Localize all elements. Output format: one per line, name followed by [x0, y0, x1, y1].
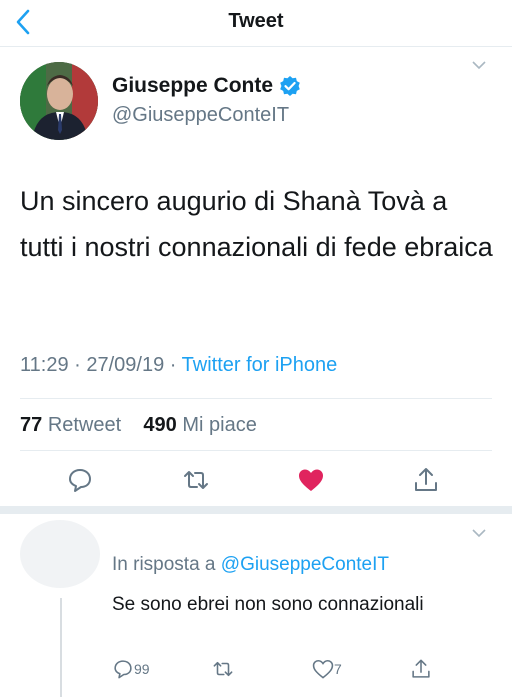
reply-prefix: In risposta a [112, 554, 216, 575]
retweet-icon[interactable] [182, 466, 210, 494]
divider [20, 450, 492, 451]
tweet-time: 11:29 [20, 354, 69, 376]
reply-share-button[interactable] [410, 658, 432, 680]
tweet-client-link[interactable]: Twitter for iPhone [182, 354, 338, 376]
page-title: Tweet [228, 10, 284, 32]
like-label: Mi piace [182, 414, 257, 436]
meta-separator: · [74, 354, 87, 376]
reply-text: Se sono ebrei non sono connazionali [112, 594, 424, 615]
heart-outline-icon [312, 659, 334, 679]
like-stat[interactable]: 490 Mi piace [143, 414, 256, 436]
reply-icon [114, 660, 132, 679]
tweet-meta: 11:29 · 27/09/19 · Twitter for iPhone [20, 354, 337, 377]
share-icon[interactable] [412, 466, 440, 494]
reply-author-avatar[interactable] [20, 520, 100, 588]
more-chevron-icon[interactable] [472, 528, 486, 538]
top-bar: Tweet [0, 0, 512, 47]
like-count: 490 [143, 414, 177, 436]
tweet-stats: 77 Retweet 490 Mi piace [20, 414, 257, 437]
author-avatar[interactable] [20, 62, 98, 140]
reply-retweet-button[interactable] [212, 658, 234, 680]
divider [20, 398, 492, 399]
reply-like-count: 7 [334, 661, 342, 677]
reply-like-button[interactable]: 7 [312, 658, 342, 680]
share-icon [412, 659, 430, 678]
author-handle[interactable]: @GiuseppeConteIT [112, 104, 289, 127]
author-name-row: Giuseppe Conte [112, 74, 301, 98]
tweet-text: Un sincero augurio di Shanà Tovà a tutti… [20, 186, 493, 262]
retweet-stat[interactable]: 77 Retweet [20, 414, 121, 436]
section-divider [0, 506, 512, 514]
more-chevron-icon[interactable] [472, 60, 486, 70]
retweet-icon [213, 661, 233, 677]
reply-reply-button[interactable]: 99 [112, 658, 150, 680]
reply-icon[interactable] [66, 466, 94, 494]
author-name[interactable]: Giuseppe Conte [112, 74, 273, 98]
meta-separator: · [169, 354, 182, 376]
thread-line [60, 598, 62, 697]
verified-badge-icon [280, 76, 300, 96]
like-heart-icon[interactable] [297, 466, 325, 494]
retweet-count: 77 [20, 414, 43, 436]
reply-mention-link[interactable]: @GiuseppeConteIT [221, 554, 389, 575]
retweet-label: Retweet [47, 414, 122, 436]
reply-context: In risposta a @GiuseppeConteIT [112, 554, 389, 576]
reply-count: 99 [134, 661, 150, 677]
tweet-date: 27/09/19 [86, 354, 165, 376]
